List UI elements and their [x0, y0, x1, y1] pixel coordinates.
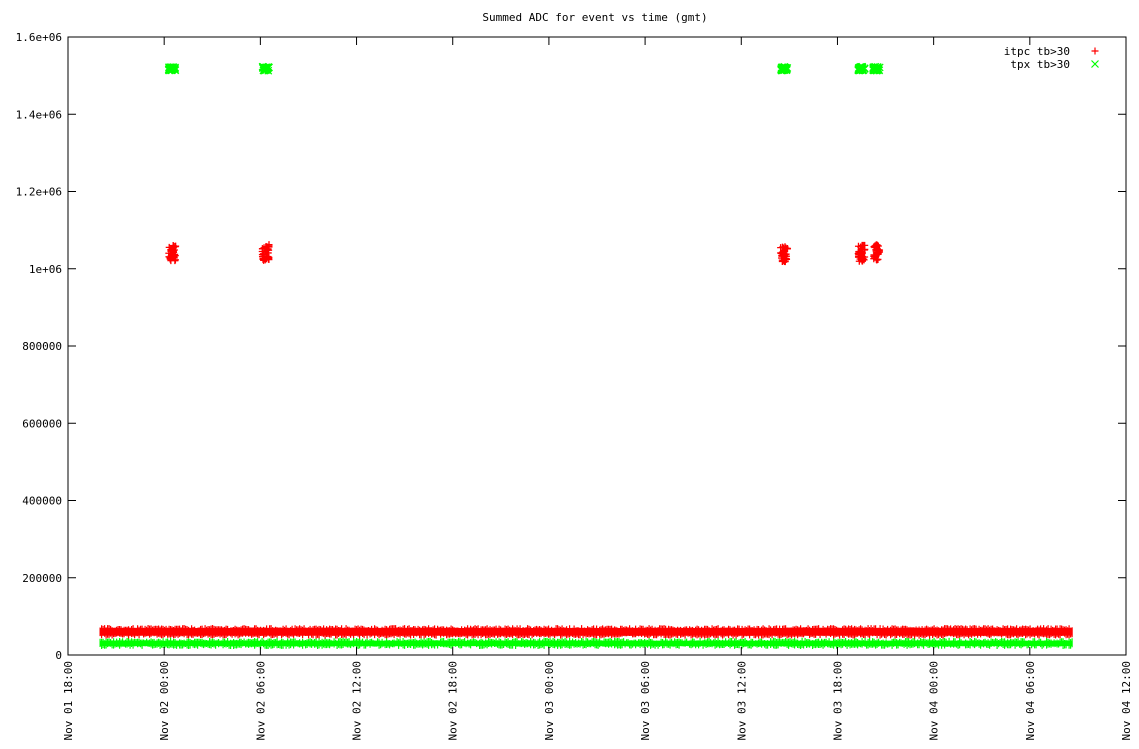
x-tick-label: Nov 02 18:00 — [447, 661, 460, 740]
y-tick-label: 600000 — [22, 417, 62, 430]
series-cluster-cross — [164, 63, 180, 75]
legend-marker-plus — [1091, 47, 1099, 55]
y-tick-label: 200000 — [22, 572, 62, 585]
y-tick-label: 1e+06 — [29, 263, 62, 276]
series-cluster-plus — [165, 242, 180, 265]
x-tick-label: Nov 04 00:00 — [928, 661, 941, 740]
chart-title: Summed ADC for event vs time (gmt) — [482, 11, 707, 24]
plot-frame — [67, 36, 1127, 656]
series-cluster-cross — [854, 62, 869, 75]
x-tick-label: Nov 01 18:00 — [62, 661, 75, 740]
series-cluster-cross — [869, 62, 884, 75]
x-tick-label: Nov 02 06:00 — [254, 661, 267, 740]
x-tick-label: Nov 03 00:00 — [543, 661, 556, 740]
x-tick-label: Nov 04 12:00 — [1120, 661, 1133, 740]
x-tick-label: Nov 03 06:00 — [639, 661, 652, 740]
data-layer — [99, 62, 1073, 649]
y-tick-label: 0 — [55, 649, 62, 662]
y-tick-label: 400000 — [22, 495, 62, 508]
series-band-edge-cross — [99, 637, 1073, 649]
x-tick-label: Nov 03 18:00 — [831, 661, 844, 740]
series-cluster-plus — [777, 243, 792, 266]
legend-marker-cross — [1091, 60, 1099, 68]
x-tick-label: Nov 03 12:00 — [735, 661, 748, 740]
series-cluster-plus — [854, 241, 869, 265]
series-cluster-plus — [258, 241, 273, 264]
series-cluster-cross — [258, 62, 274, 75]
series-band-edge-plus — [99, 625, 1073, 639]
series-cluster-cross — [776, 62, 792, 75]
y-tick-label: 800000 — [22, 340, 62, 353]
x-tick-label: Nov 02 00:00 — [158, 661, 171, 740]
legend-label: tpx tb>30 — [1010, 58, 1070, 71]
legend-label: itpc tb>30 — [1004, 45, 1070, 58]
y-tick-label: 1.4e+06 — [16, 108, 62, 121]
y-tick-label: 1.6e+06 — [16, 31, 62, 44]
x-tick-label: Nov 04 06:00 — [1024, 661, 1037, 740]
adc-scatter-chart: Summed ADC for event vs time (gmt) 0 2000… — [16, 11, 1133, 740]
legend: itpc tb>30tpx tb>30 — [1004, 45, 1099, 71]
y-tick-label: 1.2e+06 — [16, 186, 62, 199]
series-cluster-plus — [870, 241, 884, 264]
x-tick-label: Nov 02 12:00 — [351, 661, 364, 740]
